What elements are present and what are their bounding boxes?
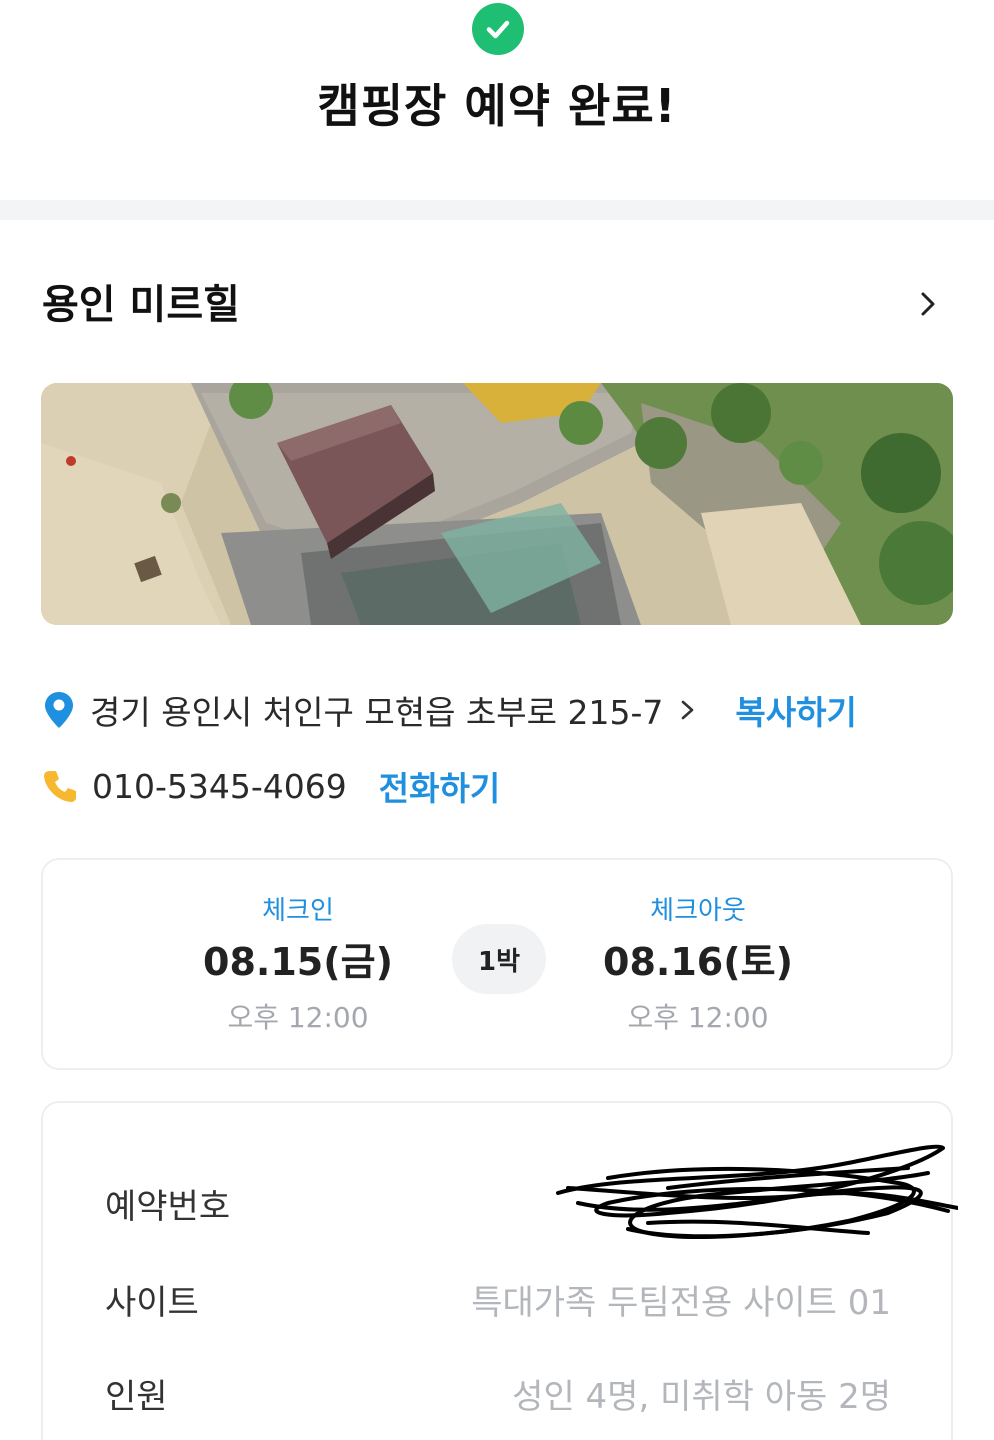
completion-header: 캠핑장 예약 완료! — [0, 0, 994, 200]
site-label: 사이트 — [105, 1283, 199, 1323]
reservation-details-card: 예약번호 사이트 특대가족 두팀전용 사이트 01 인원 성인 4명, 미취학 … — [41, 1101, 960, 1440]
phone-row: 010-5345-4069 전화하기 — [42, 762, 500, 810]
location-pin-icon — [42, 690, 76, 730]
campsite-photo — [41, 383, 953, 625]
reservation-number-label: 예약번호 — [105, 1187, 231, 1227]
checkout-block: 체크아웃 08.16(토) 오후 12:00 — [568, 890, 828, 1036]
copy-address-button[interactable]: 복사하기 — [735, 686, 856, 734]
chevron-right-icon[interactable] — [910, 286, 946, 322]
checkin-label: 체크인 — [262, 896, 334, 926]
nights-badge: 1박 — [452, 924, 546, 994]
guests-value: 성인 4명, 미취학 아동 2명 — [512, 1377, 891, 1417]
redaction-scribble — [548, 1133, 960, 1243]
checkout-date: 08.16(토) — [603, 940, 793, 984]
stay-dates-card: 체크인 08.15(금) 오후 12:00 1박 체크아웃 08.16(토) 오… — [41, 858, 953, 1070]
checkin-date: 08.15(금) — [203, 940, 393, 984]
checkout-time: 오후 12:00 — [627, 1001, 769, 1034]
address-text[interactable]: 경기 용인시 처인구 모현읍 초부로 215-7 — [90, 686, 663, 734]
site-row: 사이트 특대가족 두팀전용 사이트 01 — [105, 1275, 891, 1324]
guests-row: 인원 성인 4명, 미취학 아동 2명 — [105, 1369, 891, 1418]
check-circle-icon — [472, 3, 524, 55]
campsite-name[interactable]: 용인 미르힐 — [42, 272, 240, 330]
phone-number[interactable]: 010-5345-4069 — [92, 767, 347, 806]
address-row: 경기 용인시 처인구 모현읍 초부로 215-7 복사하기 — [42, 686, 857, 734]
phone-icon — [42, 768, 78, 804]
call-button[interactable]: 전화하기 — [379, 762, 500, 810]
page-title: 캠핑장 예약 완료! — [317, 79, 677, 133]
chevron-right-icon[interactable] — [677, 695, 699, 725]
site-value: 특대가족 두팀전용 사이트 01 — [471, 1283, 891, 1323]
guests-label: 인원 — [105, 1377, 168, 1417]
checkout-label: 체크아웃 — [650, 896, 746, 926]
checkin-block: 체크인 08.15(금) 오후 12:00 — [168, 890, 428, 1036]
section-divider — [0, 200, 994, 220]
checkin-time: 오후 12:00 — [227, 1001, 369, 1034]
